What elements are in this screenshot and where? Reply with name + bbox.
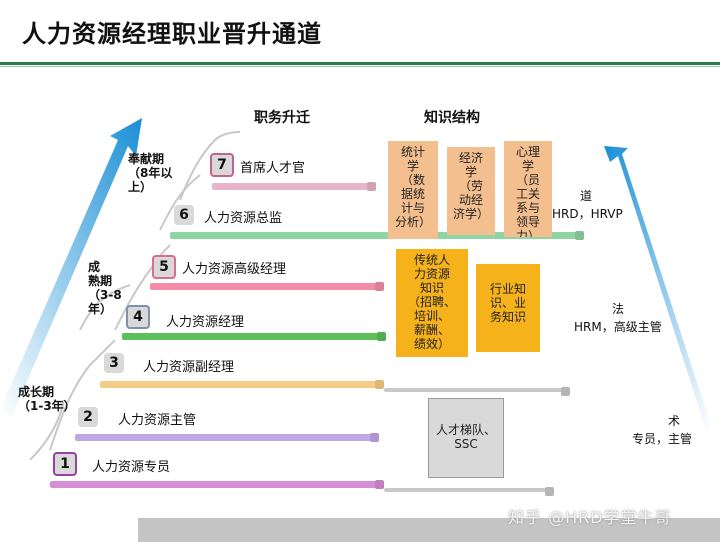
level-3-badge: 3 (104, 353, 124, 373)
level-7-badge: 7 (210, 153, 234, 177)
level-4-badge: 4 (126, 305, 150, 329)
level-3-label: 人力资源副经理 (143, 360, 235, 375)
economics-box: 经济 学 （劳 动经 济学） (447, 147, 495, 235)
level-2-label: 人力资源主管 (118, 413, 197, 428)
level-7-bar (212, 183, 372, 190)
level-1-extension (384, 488, 550, 492)
phase-growth: 成长期 （1-3年） (18, 385, 76, 413)
level-5-badge: 5 (152, 255, 176, 279)
level-6-label: 人力资源总监 (204, 211, 283, 226)
level-2-bar (75, 434, 375, 441)
page-title: 人力资源经理职业晋升通道 (22, 20, 322, 48)
title-divider (0, 62, 720, 65)
level-6-badge: 6 (174, 205, 194, 225)
traditional-hr-box: 传统人 力资源 知识 （招聘、 培训、 薪酬、 绩效） (396, 249, 468, 357)
traditional-hr-text: 传统人 力资源 知识 （招聘、 培训、 薪酬、 绩效） (407, 253, 456, 351)
shu-roles: 专员，主管 (632, 432, 693, 446)
fa-char: 法 (612, 302, 625, 316)
level-1-bar (50, 481, 380, 488)
level-5-label: 人力资源高级经理 (182, 262, 287, 277)
dao-char: 道 (580, 189, 593, 203)
watermark: 知乎 @HRD学堂牛哥 (508, 508, 672, 527)
level-3-bar (100, 381, 380, 388)
career-header: 职务升迁 (254, 110, 310, 126)
level-4-label: 人力资源经理 (166, 315, 245, 330)
level-4-bar (122, 333, 382, 340)
fa-roles: HRM，高级主管 (574, 320, 662, 334)
level-7-label: 首席人才官 (240, 161, 306, 176)
statistics-text: 统计 学 （数 据统 计与 分析） (394, 145, 431, 229)
title-divider-light (0, 66, 720, 67)
phase-contribution: 奉献期 （8年以 上） (128, 152, 173, 194)
level-1-label: 人力资源专员 (92, 460, 171, 475)
knowledge-header: 知识结构 (424, 110, 480, 126)
psychology-text: 心理 学 （员 工关 系与 领导 力） (515, 145, 540, 237)
statistics-box: 统计 学 （数 据统 计与 分析） (388, 141, 438, 239)
talent-box: 人才梯队、 SSC (428, 398, 504, 478)
industry-box: 行业知 识、业 务知识 (476, 264, 540, 352)
phase-mature: 成 熟期 （3-8 年） (88, 260, 122, 316)
level-2-badge: 2 (78, 407, 98, 427)
economics-text: 经济 学 （劳 动经 济学） (452, 151, 489, 221)
right-descend-arrow (604, 146, 712, 430)
industry-text: 行业知 识、业 务知识 (489, 282, 526, 324)
level-3-extension (384, 388, 566, 392)
level-1-badge: 1 (53, 452, 77, 476)
talent-text: 人才梯队、 SSC (435, 423, 496, 451)
dao-roles: HRD，HRVP (552, 207, 623, 221)
shu-char: 术 (668, 414, 681, 428)
level-5-bar (150, 283, 380, 290)
psychology-box: 心理 学 （员 工关 系与 领导 力） (504, 141, 552, 237)
